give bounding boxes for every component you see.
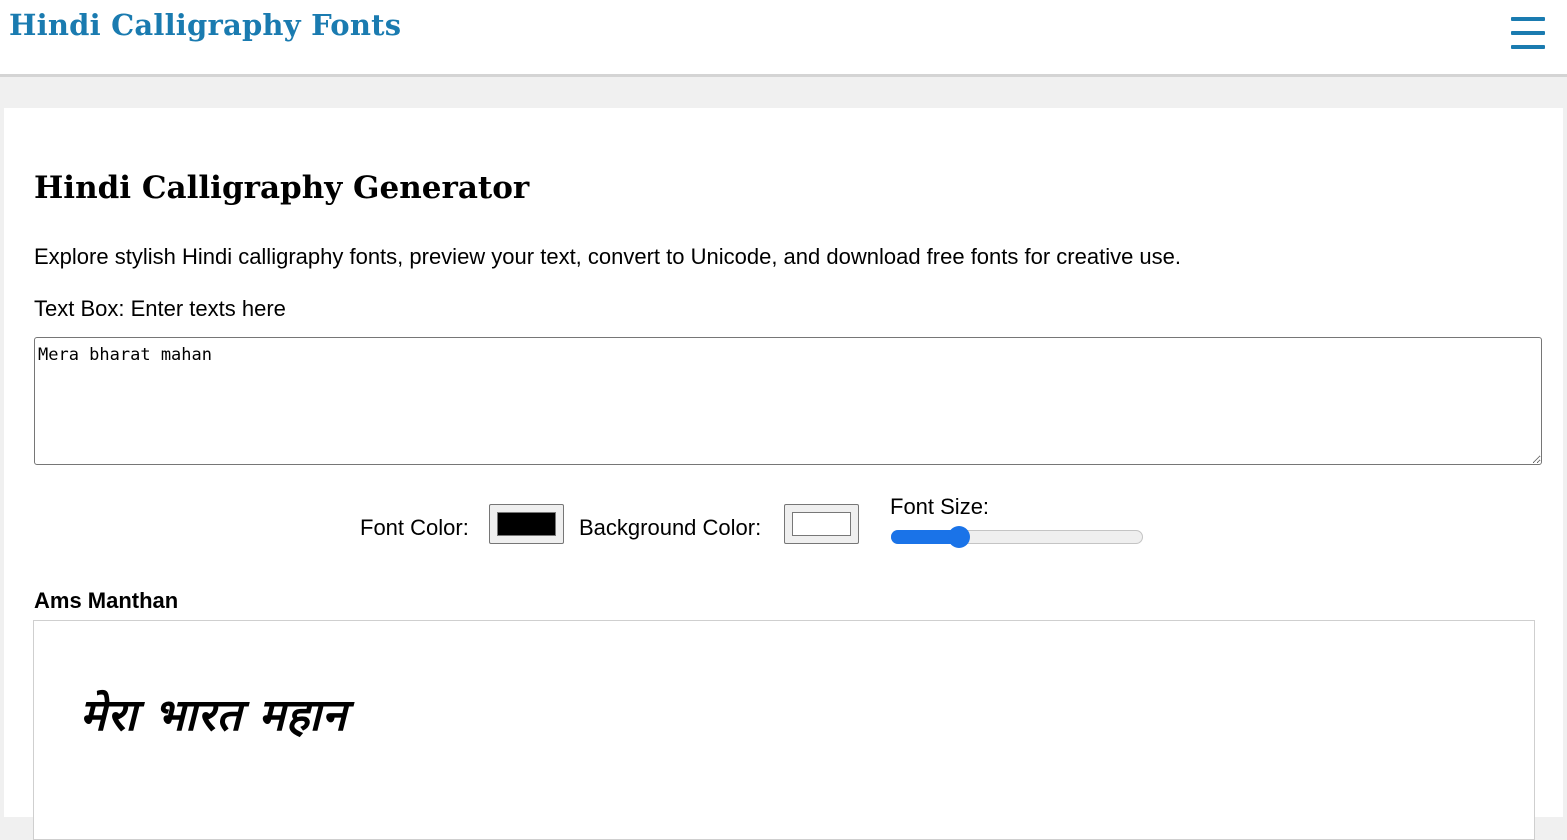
font-preview-box: मेरा भारत महान xyxy=(33,620,1535,840)
hamburger-menu-icon[interactable] xyxy=(1509,14,1547,52)
font-color-label: Font Color: xyxy=(360,515,469,540)
site-title-link[interactable]: Hindi Calligraphy Fonts xyxy=(9,8,401,42)
hamburger-line xyxy=(1511,17,1545,21)
slider-thumb[interactable] xyxy=(948,526,970,548)
preview-text: मेरा भारत महान xyxy=(80,690,348,741)
background-color-picker[interactable] xyxy=(784,504,859,544)
font-color-picker[interactable] xyxy=(489,504,564,544)
hamburger-line xyxy=(1511,45,1545,49)
page-title: Hindi Calligraphy Generator xyxy=(34,170,530,206)
font-color-swatch xyxy=(497,512,556,536)
font-size-label: Font Size: xyxy=(890,494,990,519)
generator-card: Hindi Calligraphy Generator Explore styl… xyxy=(4,108,1563,840)
textbox-label: Text Box: Enter texts here xyxy=(34,296,286,321)
text-input[interactable] xyxy=(34,337,1542,465)
hamburger-line xyxy=(1511,31,1545,35)
intro-text: Explore stylish Hindi calligraphy fonts,… xyxy=(34,244,1182,269)
site-header: Hindi Calligraphy Fonts xyxy=(0,0,1567,77)
background-color-label: Background Color: xyxy=(579,515,762,540)
font-name-heading: Ams Manthan xyxy=(34,588,179,613)
background-color-swatch xyxy=(792,512,851,536)
font-size-slider[interactable] xyxy=(891,526,1143,548)
